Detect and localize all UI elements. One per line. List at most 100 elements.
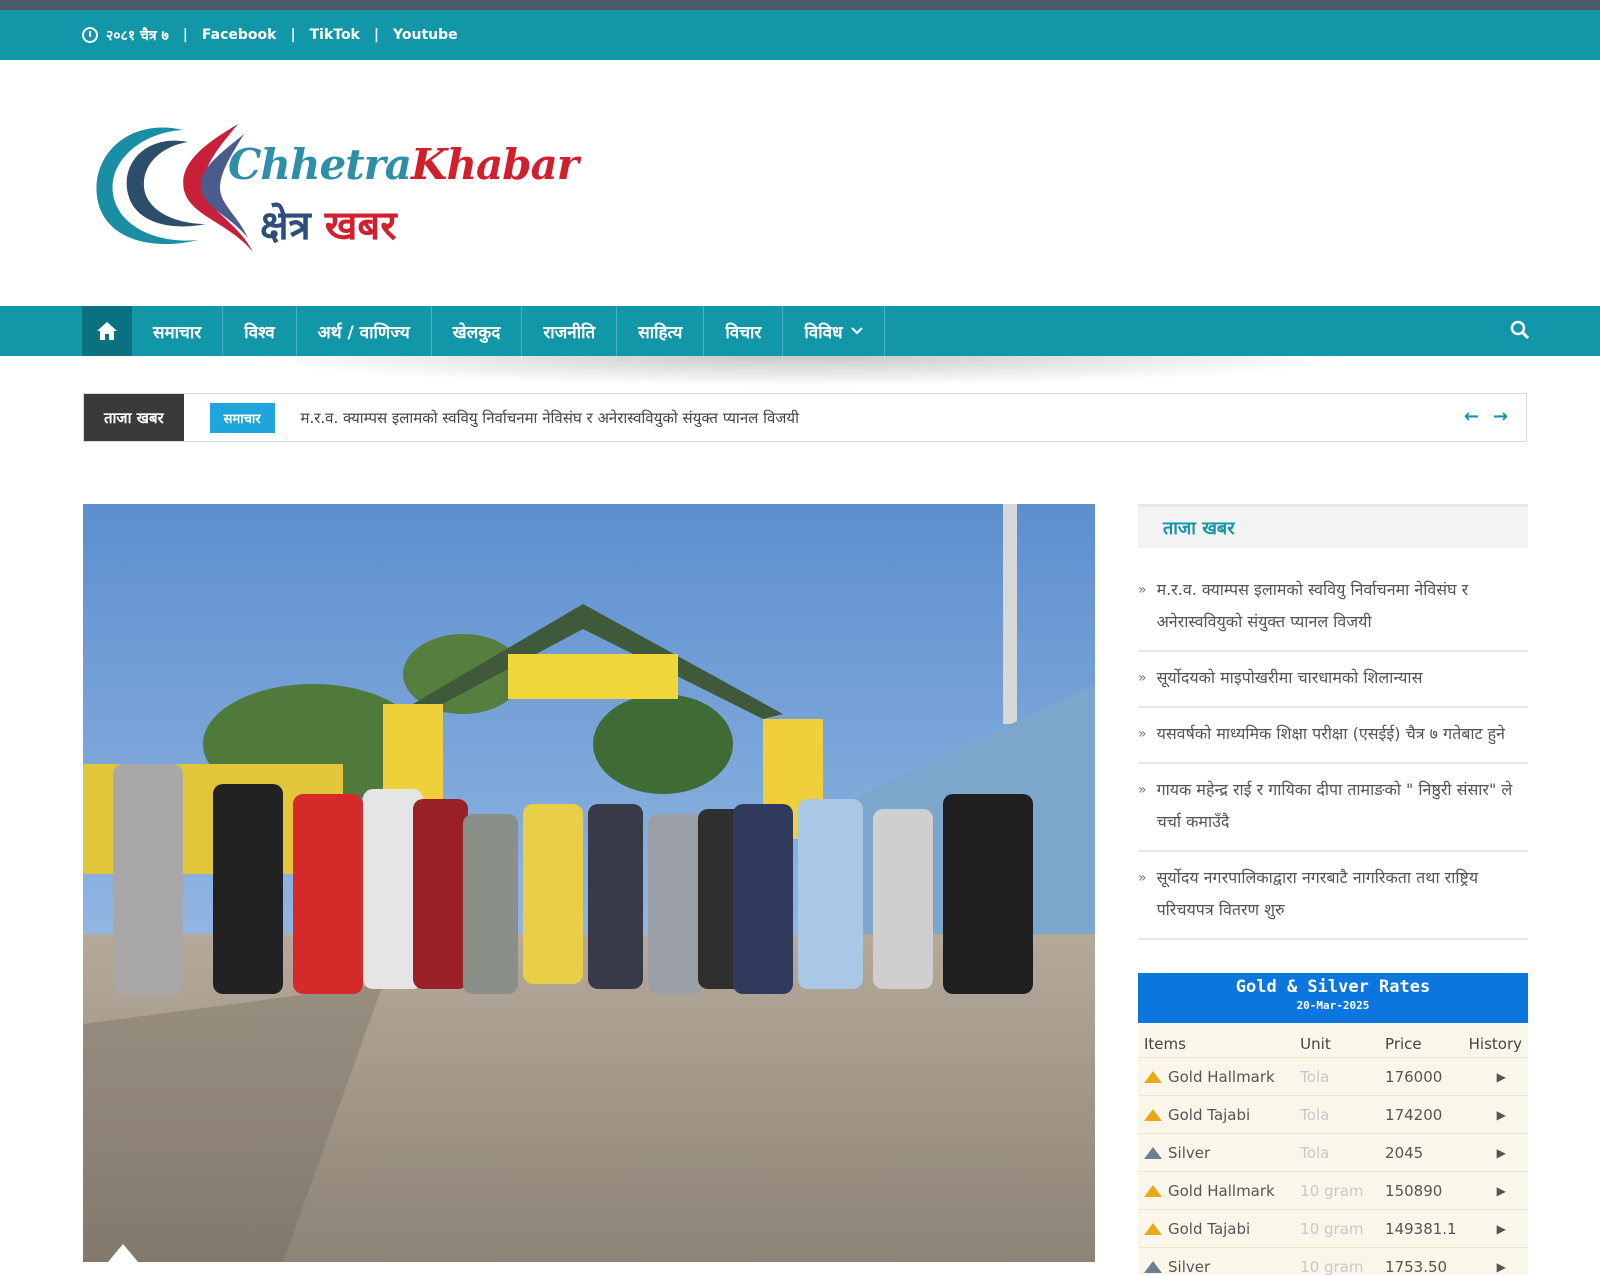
latest-news-list: » म.र.व. क्याम्पस इलामको स्ववियु निर्वाच… (1138, 564, 1528, 940)
nav-home[interactable] (82, 306, 132, 356)
history-play-icon[interactable]: ▶ (1462, 1209, 1528, 1248)
table-row: Gold Tajabi Tola 174200 ▶ (1138, 1095, 1528, 1134)
rate-price: 2045 (1379, 1133, 1463, 1172)
double-chevron-right-icon: » (1138, 582, 1147, 598)
rate-item: Silver (1138, 1133, 1295, 1172)
table-row: Gold Tajabi 10 gram 149381.1 ▶ (1138, 1209, 1528, 1248)
breaking-news-ticker: ताजा खबर समाचार म.र.व. क्याम्पस इलामको स… (83, 393, 1527, 442)
home-icon (97, 322, 117, 340)
top-bar: २०८१ चैत्र ७ | Facebook | TikTok | Youtu… (0, 10, 1600, 60)
sidebar-title: ताजा खबर (1138, 504, 1528, 548)
column-header-history: History (1468, 1035, 1522, 1053)
nav-shadow (240, 356, 1360, 386)
list-item[interactable]: » यसवर्षको माध्यमिक शिक्षा परीक्षा (एसईई… (1138, 708, 1528, 764)
rate-price: 150890 (1379, 1171, 1463, 1210)
news-title[interactable]: म.र.व. क्याम्पस इलामको स्ववियु निर्वाचनम… (1157, 574, 1528, 638)
rate-item: Gold Tajabi (1138, 1095, 1295, 1134)
list-item[interactable]: » गायक महेन्द्र राई र गायिका दीपा तामाङक… (1138, 764, 1528, 852)
column-header-items: Items (1144, 1035, 1186, 1053)
list-item[interactable]: » सूर्योदयको माइपोखरीमा चारधामको शिलान्य… (1138, 652, 1528, 708)
table-row: Gold Hallmark Tola 176000 ▶ (1138, 1057, 1528, 1096)
history-play-icon[interactable]: ▶ (1462, 1057, 1528, 1096)
divider: | (182, 27, 188, 43)
gold-widget-header: Gold & Silver Rates 20-Mar-2025 (1138, 973, 1528, 1023)
gold-silver-rates-widget: Gold & Silver Rates 20-Mar-2025 Items Un… (1138, 973, 1528, 1275)
rate-unit: 10 gram (1294, 1171, 1380, 1210)
list-item[interactable]: » सूर्योदय नगरपालिकाद्वारा नगरबाटै नागरि… (1138, 852, 1528, 940)
rate-price: 174200 (1379, 1095, 1463, 1134)
rate-item: Gold Tajabi (1138, 1209, 1295, 1248)
rate-item: Gold Hallmark (1138, 1057, 1295, 1096)
news-title[interactable]: यसवर्षको माध्यमिक शिक्षा परीक्षा (एसईई) … (1157, 718, 1505, 750)
featured-news-image[interactable] (83, 504, 1095, 1262)
news-title[interactable]: सूर्योदय नगरपालिकाद्वारा नगरबाटै नागरिकत… (1157, 862, 1528, 926)
sidebar: ताजा खबर » म.र.व. क्याम्पस इलामको स्वविय… (1138, 504, 1528, 940)
divider: | (373, 27, 379, 43)
rates-table-body: Gold Hallmark Tola 176000 ▶ Gold Tajabi Tola 1… (1138, 1057, 1528, 1275)
site-logo[interactable]: ChhetraKhabar क्षेत्र खबर (88, 112, 579, 262)
gold-icon (1144, 1070, 1162, 1083)
ticker-next-arrow-icon[interactable]: → (1493, 406, 1508, 427)
logo-wordmark-latin: ChhetraKhabar (228, 140, 579, 189)
main-navigation: समाचार विश्व अर्थ / वाणिज्य खेलकुद राजनी… (0, 306, 1600, 356)
ticker-prev-arrow-icon[interactable]: ← (1464, 406, 1479, 427)
nav-item-literature[interactable]: साहित्य (617, 306, 705, 356)
search-button[interactable] (1510, 320, 1530, 344)
nav-item-misc[interactable]: विविध (783, 306, 885, 356)
rate-item: Gold Hallmark (1138, 1171, 1295, 1210)
site-header: ChhetraKhabar क्षेत्र खबर (0, 60, 1600, 306)
ticker-label: ताजा खबर (84, 394, 184, 441)
silver-icon (1144, 1146, 1162, 1159)
top-dark-strip (0, 0, 1600, 10)
tiktok-link[interactable]: TikTok (310, 27, 360, 43)
table-row: Gold Hallmark 10 gram 150890 ▶ (1138, 1171, 1528, 1210)
rate-unit: 10 gram (1294, 1247, 1380, 1275)
gold-icon (1144, 1222, 1162, 1235)
nav-item-opinion[interactable]: विचार (704, 306, 784, 356)
history-play-icon[interactable]: ▶ (1462, 1171, 1528, 1210)
rate-item: Silver (1138, 1247, 1295, 1275)
ticker-category-badge[interactable]: समाचार (209, 402, 275, 433)
history-play-icon[interactable]: ▶ (1462, 1133, 1528, 1172)
rates-table: Items Unit Price History Gold Hallmark To… (1138, 1023, 1528, 1275)
gold-widget-title: Gold & Silver Rates (1235, 977, 1431, 997)
gold-icon (1144, 1108, 1162, 1121)
facebook-link[interactable]: Facebook (202, 27, 277, 43)
nav-item-politics[interactable]: राजनीति (522, 306, 618, 356)
youtube-link[interactable]: Youtube (393, 27, 458, 43)
news-title[interactable]: सूर्योदयको माइपोखरीमा चारधामको शिलान्यास (1157, 662, 1423, 694)
nav-item-sports[interactable]: खेलकुद (432, 306, 523, 356)
double-chevron-right-icon: » (1138, 670, 1147, 686)
rate-unit: Tola (1294, 1095, 1380, 1134)
rate-unit: Tola (1294, 1133, 1380, 1172)
chevron-down-icon (850, 327, 863, 335)
nav-item-economy[interactable]: अर्थ / वाणिज्य (297, 306, 432, 356)
column-header-unit: Unit (1300, 1035, 1331, 1053)
gold-icon (1144, 1184, 1162, 1197)
double-chevron-right-icon: » (1138, 726, 1147, 742)
ticker-controls: ← → (1450, 406, 1508, 427)
history-play-icon[interactable]: ▶ (1462, 1247, 1528, 1275)
news-title[interactable]: गायक महेन्द्र राई र गायिका दीपा तामाङको … (1157, 774, 1528, 838)
rate-unit: Tola (1294, 1057, 1380, 1096)
rate-unit: 10 gram (1294, 1209, 1380, 1248)
gold-widget-date: 20-Mar-2025 (1296, 999, 1370, 1012)
search-icon (1510, 320, 1530, 340)
logo-wordmark-devanagari: क्षेत्र खबर (260, 203, 397, 249)
column-header-price: Price (1385, 1035, 1422, 1053)
rate-price: 176000 (1379, 1057, 1463, 1096)
ticker-headline[interactable]: म.र.व. क्याम्पस इलामको स्ववियु निर्वाचनम… (301, 408, 800, 428)
history-play-icon[interactable]: ▶ (1462, 1095, 1528, 1134)
nav-item-world[interactable]: विश्व (223, 306, 297, 356)
double-chevron-right-icon: » (1138, 782, 1147, 798)
rate-price: 149381.1 (1379, 1209, 1463, 1248)
divider: | (290, 27, 296, 43)
table-header-row: Items Unit Price History (1138, 1023, 1528, 1058)
nav-item-news[interactable]: समाचार (132, 306, 224, 356)
list-item[interactable]: » म.र.व. क्याम्पस इलामको स्ववियु निर्वाच… (1138, 564, 1528, 652)
current-date: २०८१ चैत्र ७ (106, 27, 169, 44)
double-chevron-right-icon: » (1138, 870, 1147, 886)
table-row: Silver 10 gram 1753.50 ▶ (1138, 1247, 1528, 1275)
table-row: Silver Tola 2045 ▶ (1138, 1133, 1528, 1172)
rate-price: 1753.50 (1379, 1247, 1463, 1275)
